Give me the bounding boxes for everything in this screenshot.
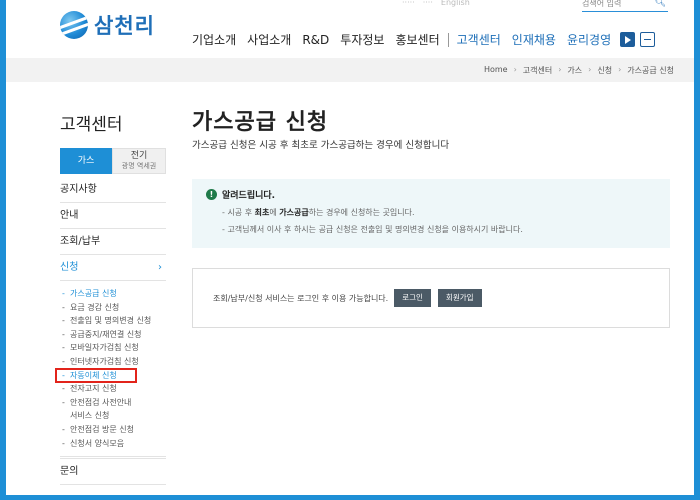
gnb-icons [620, 32, 656, 47]
breadcrumb: Home › 고객센터 › 가스 › 신청 › 가스공급 신청 [484, 65, 674, 76]
notice-text: 에 [269, 208, 280, 217]
sub-item-label: 가스공급 신청 [70, 289, 117, 298]
top-search-input[interactable]: 검색어 입력 🔍︎ [582, 0, 668, 12]
join-button[interactable]: 회원가입 [437, 289, 482, 307]
sub-item-auto-transfer[interactable]: - 자동이체 신청 [55, 367, 137, 384]
search-placeholder: 검색어 입력 [582, 0, 622, 8]
tab-gas[interactable]: 가스 [60, 148, 112, 174]
sidebar-title: 고객센터 [60, 115, 123, 135]
sub-item-safety-visit[interactable]: - 안전점검 방문 신청 [62, 423, 166, 437]
tab-gas-label: 가스 [77, 156, 95, 166]
breadcrumb-chevron-icon: › [588, 65, 592, 74]
sub-item-e-bill[interactable]: - 전자고지 신청 [62, 382, 166, 396]
login-button[interactable]: 로그인 [394, 289, 431, 307]
sub-item-move-name-change[interactable]: - 전출입 및 명의변경 신청 [62, 314, 166, 328]
breadcrumb-current: 가스공급 신청 [627, 66, 674, 75]
login-message: 조회/납부/신청 서비스는 로그인 후 이용 가능합니다. [213, 293, 389, 303]
search-icon[interactable]: 🔍︎ [655, 0, 666, 8]
gnb-item-company[interactable]: 기업소개 [192, 31, 236, 48]
breadcrumb-item[interactable]: 고객센터 [523, 65, 552, 76]
global-nav: 기업소개 사업소개 R&D 투자정보 홍보센터 고객센터 인재채용 윤리경영 [192, 31, 656, 48]
sidebar-item-inquiry-payment[interactable]: 조회/납부 [60, 229, 166, 255]
tab-electric[interactable]: 전기 광명 역세권 [112, 148, 166, 174]
tab-electric-sub: 광명 역세권 [121, 162, 157, 170]
sub-item-label: 안전점검 사전안내 [70, 397, 132, 407]
sitemap-menu-icon[interactable] [640, 32, 656, 47]
breadcrumb-item[interactable]: 가스 [567, 65, 582, 76]
sidebar-item-guide[interactable]: 안내 [60, 203, 166, 229]
notice-bold: 가스공급 [279, 208, 309, 217]
gnb-divider [447, 32, 449, 47]
notice-text: 시공 후 [227, 208, 255, 217]
gnb-item-ethics[interactable]: 윤리경영 [567, 31, 611, 48]
sub-item-safety-notice[interactable]: - 안전점검 사전안내 서비스 신청 [62, 396, 166, 423]
logo-text: 삼천리 [94, 14, 155, 38]
sub-item-label: 신청서 양식모음 [70, 438, 125, 448]
sidebar-menu: 공지사항 안내 조회/납부 신청 › - 가스공급 신청 - 요금 경감 신청 -전… [55, 177, 166, 458]
sub-item-label: 공급중지/재연결 신청 [70, 329, 142, 339]
gnb-item-rnd[interactable]: R&D [302, 33, 329, 47]
notice-text: 고객님께서 이사 후 하시는 공급 신청은 전출입 및 명의변경 신청을 이용하… [227, 225, 523, 234]
sidebar-item-notice[interactable]: 공지사항 [60, 177, 166, 203]
notice-line-2: - 고객님께서 이사 후 하시는 공급 신청은 전출입 및 명의변경 신청을 이… [222, 225, 523, 234]
browser-frame: 삼천리 ····· ···· English 검색어 입력 🔍︎ 기업소개 사업… [6, 0, 694, 495]
notice-heading-text: 알려드립니다. [222, 191, 276, 201]
sidebar-item-apply-label: 신청 [60, 262, 79, 273]
notice-heading: ! 알려드립니다. [206, 188, 658, 201]
sub-item-supply-stop[interactable]: - 공급중지/재연결 신청 [62, 328, 166, 342]
sub-item-internet-reading[interactable]: - 인터넷자가검침 신청 [62, 355, 166, 369]
notice-bold: 최초 [254, 208, 270, 217]
gnb-item-business[interactable]: 사업소개 [247, 31, 291, 48]
gnb-item-recruit[interactable]: 인재채용 [512, 31, 556, 48]
sub-item-label: 인터넷자가검침 신청 [70, 356, 139, 366]
sub-item-label: 자동이체 신청 [70, 370, 117, 380]
page-title: 가스공급 신청 [192, 110, 329, 135]
sidebar-bottom: 문의 [60, 458, 166, 485]
gnb-item-investor[interactable]: 투자정보 [340, 31, 384, 48]
notice-box: ! 알려드립니다. - 시공 후 최초에 가스공급하는 경우에 신청하는 곳입니… [192, 179, 670, 248]
sub-item-label: 전자고지 신청 [70, 384, 117, 394]
logo-mark-icon [60, 11, 88, 39]
breadcrumb-bar: Home › 고객센터 › 가스 › 신청 › 가스공급 신청 [6, 58, 694, 82]
site-logo[interactable]: 삼천리 [60, 10, 155, 40]
login-required-box: 조회/납부/신청 서비스는 로그인 후 이용 가능합니다. 로그인 회원가입 [192, 268, 670, 328]
youtube-icon[interactable] [620, 32, 636, 47]
sub-item-gas-supply[interactable]: - 가스공급 신청 [62, 287, 166, 301]
sub-item-label: 전출입 및 명의변경 신청 [70, 316, 152, 326]
sidebar-item-contact[interactable]: 문의 [60, 459, 166, 485]
sub-item-label: 모바일자가검침 신청 [70, 343, 139, 353]
breadcrumb-item[interactable]: 신청 [597, 65, 612, 76]
sidebar-item-apply[interactable]: 신청 › [60, 255, 166, 281]
sub-item-fee-reduction[interactable]: - 요금 경감 신청 [62, 301, 166, 315]
util-link-2[interactable]: ···· [423, 0, 433, 7]
sub-item-label-cont: 서비스 신청 [70, 411, 110, 421]
sidebar-tabs: 가스 전기 광명 역세권 [60, 148, 166, 174]
notice-text: 하는 경우에 신청하는 곳입니다. [308, 208, 415, 217]
breadcrumb-chevron-icon: › [513, 65, 517, 74]
sub-item-label: 요금 경감 신청 [70, 302, 120, 312]
page-description: 가스공급 신청은 시공 후 최초로 가스공급하는 경우에 신청합니다 [192, 140, 450, 151]
breadcrumb-chevron-icon: › [558, 65, 562, 74]
sub-item-label: 안전점검 방문 신청 [70, 424, 134, 434]
util-link-1[interactable]: ····· [402, 0, 415, 7]
gnb-item-pr[interactable]: 홍보센터 [395, 31, 439, 48]
exclamation-icon: ! [206, 189, 217, 200]
util-link-english[interactable]: English [441, 0, 470, 7]
chevron-right-icon: › [158, 262, 162, 273]
sub-item-forms[interactable]: - 신청서 양식모음 [62, 437, 166, 451]
sub-item-mobile-reading[interactable]: - 모바일자가검침 신청 [62, 341, 166, 355]
site-header: 삼천리 ····· ···· English 검색어 입력 🔍︎ 기업소개 사업… [6, 0, 694, 58]
tab-electric-label: 전기 [130, 151, 148, 161]
notice-line-1: - 시공 후 최초에 가스공급하는 경우에 신청하는 곳입니다. [222, 208, 415, 217]
top-utility-links: ····· ···· English [402, 0, 470, 10]
breadcrumb-home[interactable]: Home [484, 65, 508, 76]
breadcrumb-chevron-icon: › [618, 65, 622, 74]
sidebar-sublist: - 가스공급 신청 - 요금 경감 신청 - 전출입 및 명의변경 신청 - 공급중지/… [55, 281, 166, 458]
gnb-item-customer[interactable]: 고객센터 [457, 31, 501, 48]
